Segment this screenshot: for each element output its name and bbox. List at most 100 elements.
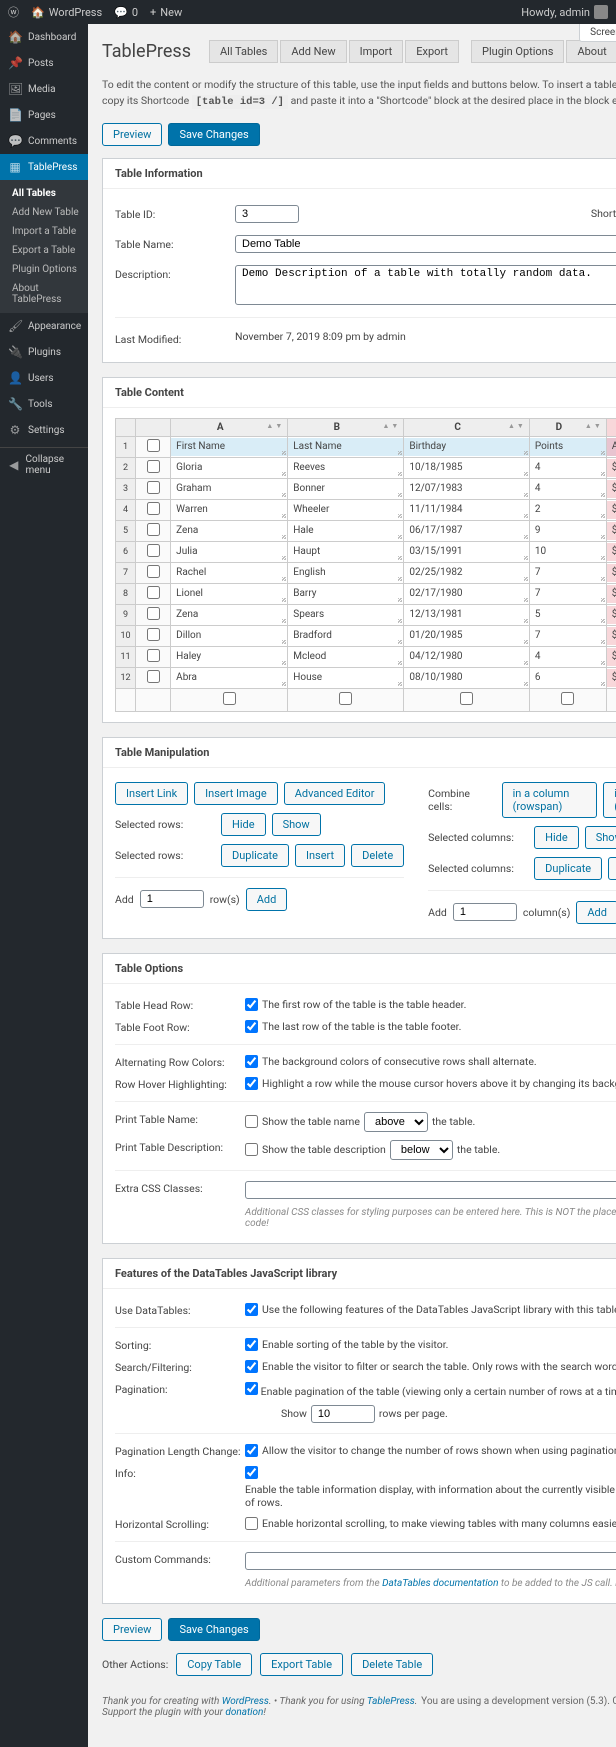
- save-button[interactable]: Save Changes: [168, 123, 259, 146]
- sidebar-item[interactable]: 🖼Media: [0, 76, 88, 102]
- cell[interactable]: 02/25/1982: [404, 564, 529, 582]
- col-select[interactable]: [339, 692, 352, 705]
- cell[interactable]: 10: [530, 543, 606, 561]
- use-datatables-checkbox[interactable]: [245, 1303, 258, 1316]
- cell[interactable]: $50: [607, 459, 616, 477]
- cell[interactable]: 03/15/1991: [404, 543, 529, 561]
- duplicate-rows-button[interactable]: Duplicate: [221, 844, 289, 867]
- new-content[interactable]: + New: [150, 6, 182, 19]
- sidebar-item[interactable]: ⚙Settings: [0, 417, 88, 443]
- col-header[interactable]: E▲▼: [606, 418, 616, 436]
- export-table-button[interactable]: Export Table: [260, 1653, 343, 1676]
- add-cols-count[interactable]: [453, 903, 517, 921]
- sidebar-item[interactable]: ▦TablePress: [0, 154, 88, 180]
- row-number[interactable]: 7: [116, 562, 136, 583]
- cell[interactable]: Graham: [171, 480, 287, 498]
- cell[interactable]: $20: [607, 564, 616, 582]
- cell[interactable]: $50: [607, 585, 616, 603]
- copy-table-button[interactable]: Copy Table: [176, 1653, 252, 1676]
- preview-button-bottom[interactable]: Preview: [102, 1618, 162, 1641]
- row-number[interactable]: 5: [116, 520, 136, 541]
- cell[interactable]: 11/11/1984: [404, 501, 529, 519]
- print-name-checkbox[interactable]: [245, 1115, 258, 1128]
- panel-toggle[interactable]: Table Content: [103, 378, 616, 408]
- head-row-checkbox[interactable]: [245, 998, 258, 1011]
- cell[interactable]: 9: [530, 522, 606, 540]
- print-desc-checkbox[interactable]: [245, 1143, 258, 1156]
- cell[interactable]: Birthday: [404, 438, 529, 456]
- cell[interactable]: English: [288, 564, 403, 582]
- row-select[interactable]: [136, 562, 171, 583]
- cell[interactable]: 02/17/1980: [404, 585, 529, 603]
- row-select[interactable]: [136, 478, 171, 499]
- save-button-bottom[interactable]: Save Changes: [168, 1618, 259, 1641]
- row-select[interactable]: [136, 541, 171, 562]
- cell[interactable]: Gloria: [171, 459, 287, 477]
- row-number[interactable]: 10: [116, 625, 136, 646]
- tablepress-link[interactable]: TablePress: [367, 1696, 415, 1707]
- cell[interactable]: Abra: [171, 669, 287, 687]
- cell[interactable]: 7: [530, 585, 606, 603]
- row-number[interactable]: 1: [116, 436, 136, 457]
- cell[interactable]: Hale: [288, 522, 403, 540]
- add-cols-button[interactable]: Add: [576, 901, 616, 924]
- collapse-menu[interactable]: ◀Collapse menu: [0, 447, 88, 482]
- datatables-docs-link[interactable]: DataTables documentation: [382, 1578, 498, 1589]
- panel-toggle[interactable]: Features of the DataTables JavaScript li…: [103, 1259, 616, 1289]
- row-number[interactable]: 9: [116, 604, 136, 625]
- colspan-button[interactable]: in a row (colspan): [603, 782, 616, 818]
- cell[interactable]: Zena: [171, 606, 287, 624]
- nav-tab[interactable]: Import: [349, 40, 404, 63]
- hide-rows-button[interactable]: Hide: [221, 813, 266, 836]
- cell[interactable]: 7: [530, 564, 606, 582]
- delete-rows-button[interactable]: Delete: [351, 844, 404, 867]
- cell[interactable]: 2: [530, 501, 606, 519]
- cell[interactable]: 12/13/1981: [404, 606, 529, 624]
- advanced-editor-button[interactable]: Advanced Editor: [284, 782, 386, 805]
- cell[interactable]: 08/10/1980: [404, 669, 529, 687]
- sorting-checkbox[interactable]: [245, 1338, 258, 1351]
- pag-length-checkbox[interactable]: [245, 1444, 258, 1457]
- sidebar-item[interactable]: 💬Comments: [0, 128, 88, 154]
- row-select[interactable]: [136, 499, 171, 520]
- panel-toggle[interactable]: Table Options: [103, 954, 616, 984]
- cell[interactable]: Barry: [288, 585, 403, 603]
- row-number[interactable]: 12: [116, 667, 136, 688]
- col-select[interactable]: [223, 692, 236, 705]
- show-cols-button[interactable]: Show: [585, 826, 616, 849]
- sidebar-item[interactable]: 🏠Dashboard: [0, 24, 88, 50]
- cell[interactable]: $20: [607, 606, 616, 624]
- wp-logo[interactable]: ⓦ: [8, 4, 19, 20]
- cell[interactable]: $60: [607, 669, 616, 687]
- cell[interactable]: Spears: [288, 606, 403, 624]
- site-name[interactable]: 🏠 WordPress: [31, 6, 102, 19]
- col-header[interactable]: A▲▼: [171, 418, 288, 436]
- insert-image-button[interactable]: Insert Image: [194, 782, 278, 805]
- cell[interactable]: $90: [607, 522, 616, 540]
- row-number[interactable]: 6: [116, 541, 136, 562]
- row-number[interactable]: 2: [116, 457, 136, 478]
- cell[interactable]: 4: [530, 459, 606, 477]
- cell[interactable]: Lionel: [171, 585, 287, 603]
- show-rows-button[interactable]: Show: [272, 813, 321, 836]
- row-number[interactable]: 3: [116, 478, 136, 499]
- cell[interactable]: Haley: [171, 648, 287, 666]
- sidebar-subitem[interactable]: Add New Table: [0, 203, 88, 222]
- col-header[interactable]: B▲▼: [288, 418, 404, 436]
- col-select[interactable]: [460, 692, 473, 705]
- cell[interactable]: Warren: [171, 501, 287, 519]
- cell[interactable]: Bonner: [288, 480, 403, 498]
- comments-bubble[interactable]: 💬 0: [114, 6, 138, 19]
- donation-link[interactable]: donation: [225, 1707, 263, 1718]
- rowspan-button[interactable]: in a column (rowspan): [502, 782, 598, 818]
- duplicate-cols-button[interactable]: Duplicate: [534, 857, 602, 880]
- panel-toggle[interactable]: Table Manipulation: [103, 738, 616, 768]
- table-id-input[interactable]: [235, 205, 299, 223]
- cell[interactable]: Points: [530, 438, 606, 456]
- nav-tab[interactable]: All Tables: [209, 40, 278, 63]
- hover-checkbox[interactable]: [245, 1077, 258, 1090]
- cell[interactable]: 6: [530, 669, 606, 687]
- sidebar-item[interactable]: 🖌Appearance: [0, 313, 88, 339]
- info-checkbox[interactable]: [245, 1466, 258, 1479]
- cell[interactable]: $40: [607, 543, 616, 561]
